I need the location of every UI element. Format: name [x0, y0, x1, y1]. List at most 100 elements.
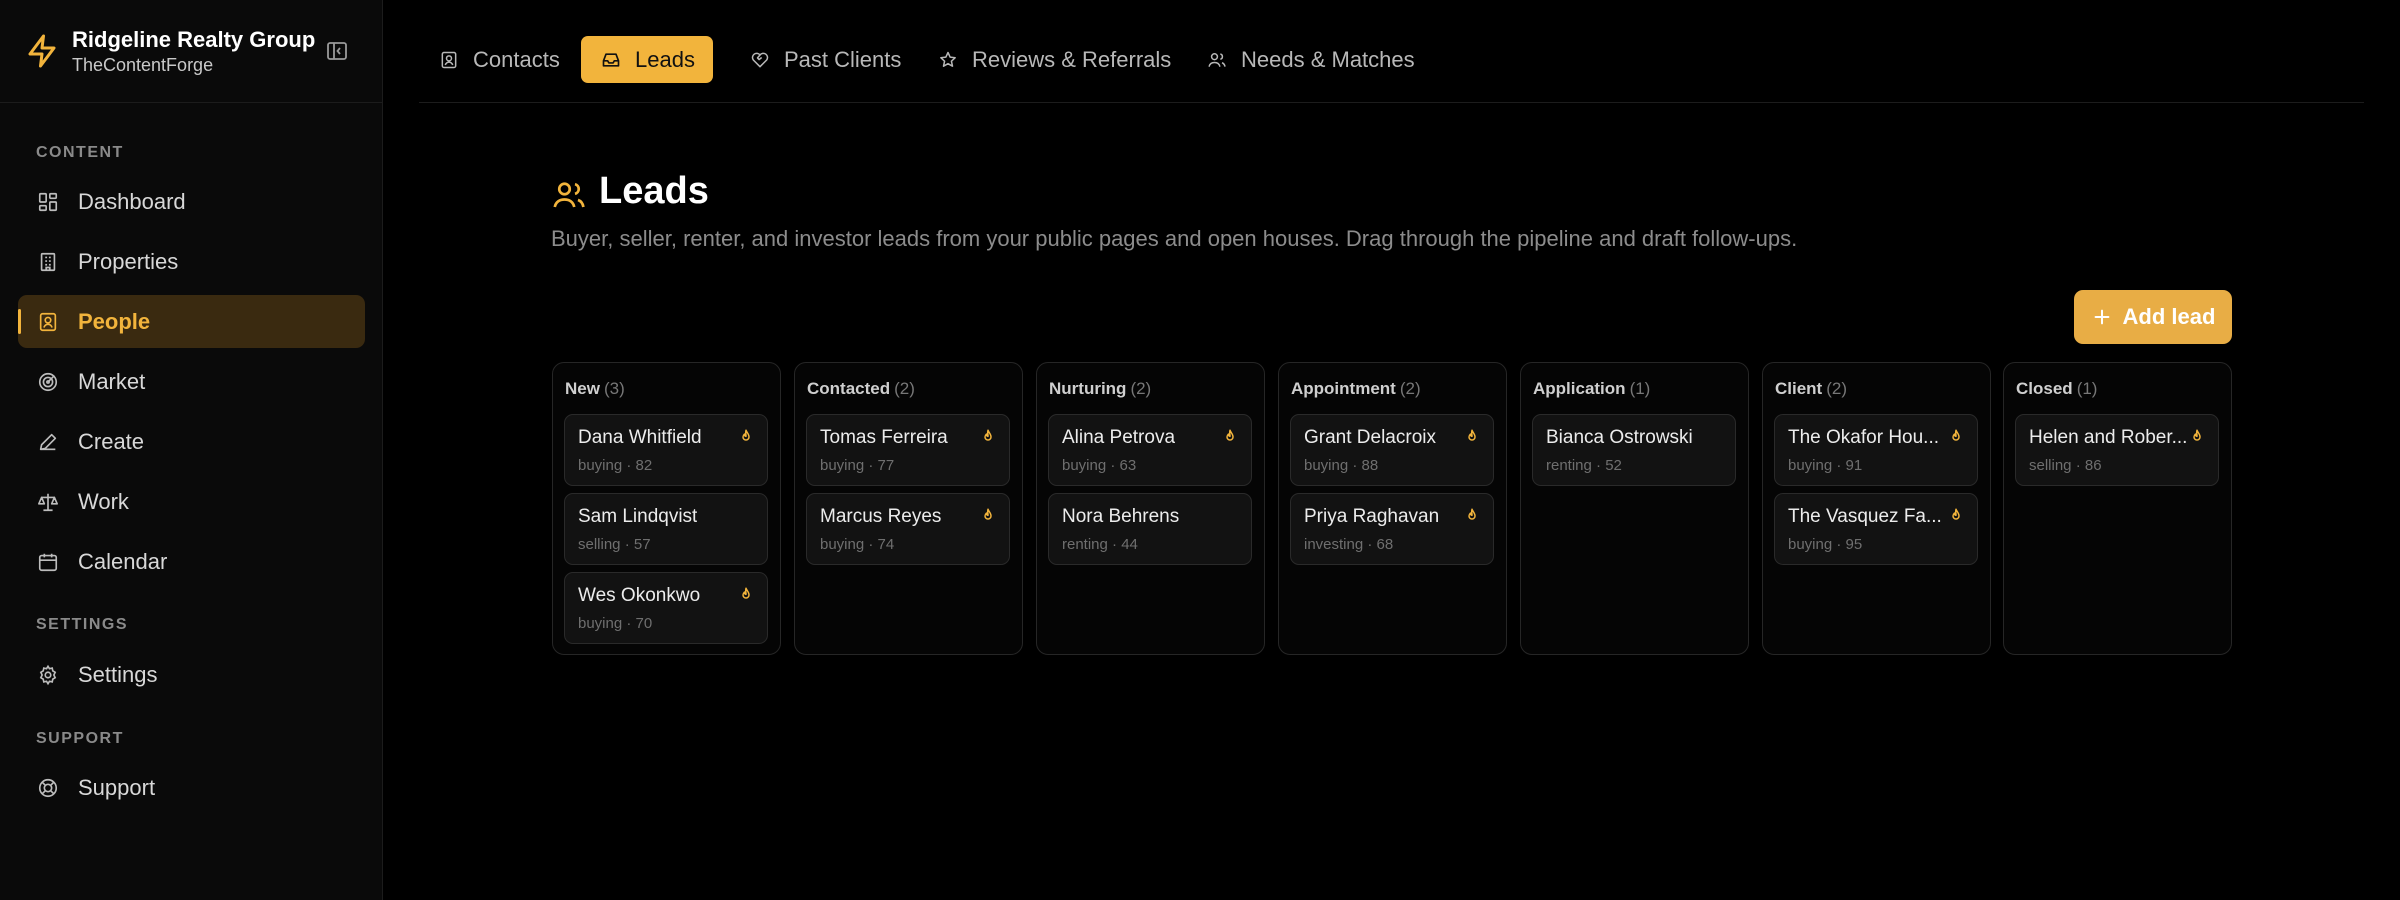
sidebar-item-calendar[interactable]: Calendar [18, 535, 365, 588]
gear-icon [36, 663, 60, 687]
sidebar-item-create[interactable]: Create [18, 415, 365, 468]
section-label-settings: SETTINGS [36, 616, 129, 633]
page-title: Leads [599, 170, 709, 212]
dashboard-icon [36, 190, 60, 214]
flame-icon [1463, 507, 1481, 527]
brand-subtitle: TheContentForge [72, 55, 214, 75]
lead-meta: buying · 95 [1788, 536, 1863, 553]
add-lead-label: Add lead [2122, 304, 2216, 329]
sidebar-item-label: Dashboard [78, 188, 186, 214]
sidebar-collapse-icon[interactable] [325, 39, 349, 63]
page-description: Buyer, seller, renter, and investor lead… [551, 226, 1798, 251]
column-title: Closed [2016, 379, 2073, 398]
tab-label: Past Clients [784, 46, 902, 72]
lead-name: Sam Lindqvist [578, 506, 698, 527]
column-count: (3) [603, 379, 625, 398]
flame-icon [1221, 428, 1239, 448]
sidebar-item-label: Support [78, 774, 156, 800]
top-tab-bar: Contacts Leads Past Clients Reviews & Re… [419, 0, 2364, 103]
lead-card[interactable]: Priya Raghavan investing · 68 [1290, 493, 1494, 565]
section-label-content: CONTENT [36, 144, 124, 161]
lead-card[interactable]: Grant Delacroix buying · 88 [1290, 414, 1494, 486]
brand-name: Ridgeline Realty Group [72, 27, 316, 52]
tab-reviews-referrals[interactable]: Reviews & Referrals [918, 36, 1189, 83]
pen-icon [36, 430, 60, 454]
lead-card[interactable]: Bianca Ostrowski renting · 52 [1532, 414, 1736, 486]
lead-name: Nora Behrens [1062, 506, 1180, 527]
pipeline-column-contacted: Contacted (2) Tomas Ferreira buying · 77 Mar… [794, 362, 1023, 655]
column-header: Closed (1) [2016, 379, 2097, 399]
lead-name: Dana Whitfield [578, 427, 702, 448]
sidebar-item-properties[interactable]: Properties [18, 235, 365, 288]
lead-meta: buying · 63 [1062, 457, 1137, 474]
flame-icon [1947, 507, 1965, 527]
lead-name: Grant Delacroix [1304, 427, 1436, 448]
lead-card[interactable]: Dana Whitfield buying · 82 [564, 414, 768, 486]
lead-card[interactable]: Alina Petrova buying · 63 [1048, 414, 1252, 486]
sidebar-item-market[interactable]: Market [18, 355, 365, 408]
tab-label: Contacts [473, 46, 560, 72]
star-icon [938, 49, 960, 71]
lead-name: Alina Petrova [1062, 427, 1176, 448]
tab-needs-matches[interactable]: Needs & Matches [1187, 36, 1433, 83]
building-icon [36, 250, 60, 274]
pipeline-column-new: New (3) Dana Whitfield buying · 82 Sam Lindq… [552, 362, 781, 655]
sidebar-item-dashboard[interactable]: Dashboard [18, 175, 365, 228]
tab-leads[interactable]: Leads [581, 36, 713, 83]
flame-icon [2188, 428, 2206, 448]
lead-card[interactable]: Nora Behrens renting · 44 [1048, 493, 1252, 565]
sidebar-item-support[interactable]: Support [18, 761, 365, 814]
lead-name: Marcus Reyes [820, 506, 942, 527]
column-count: (1) [2076, 379, 2098, 398]
column-count: (2) [894, 379, 915, 398]
calendar-icon [36, 550, 60, 574]
flame-icon [737, 586, 755, 606]
sidebar-item-label: Work [78, 488, 129, 514]
column-header: Application (1) [1533, 379, 1650, 399]
column-count: (2) [1826, 379, 1848, 398]
lead-meta: buying · 88 [1304, 457, 1379, 474]
column-title: Nurturing [1049, 379, 1127, 398]
sidebar-item-label: Calendar [78, 548, 168, 574]
plus-icon [2094, 309, 2109, 325]
lead-card[interactable]: The Vasquez Fa... buying · 95 [1774, 493, 1978, 565]
flame-icon [737, 428, 755, 448]
tab-contacts[interactable]: Contacts [419, 36, 578, 83]
lead-card[interactable]: Tomas Ferreira buying · 77 [806, 414, 1010, 486]
column-title: Contacted [807, 379, 891, 398]
brand-header: Ridgeline Realty Group TheContentForge [0, 0, 382, 103]
sidebar-item-label: Settings [78, 661, 158, 687]
sidebar-item-work[interactable]: Work [18, 475, 365, 528]
lead-name: Bianca Ostrowski [1546, 427, 1693, 448]
lead-meta: buying · 70 [578, 615, 653, 632]
lead-card[interactable]: Sam Lindqvist selling · 57 [564, 493, 768, 565]
flame-icon [979, 507, 997, 527]
lead-card[interactable]: Wes Okonkwo buying · 70 [564, 572, 768, 644]
lightning-icon [28, 34, 56, 68]
sidebar-item-settings[interactable]: Settings [18, 648, 365, 701]
pipeline-column-closed: Closed (1) Helen and Rober... selling · 86 [2003, 362, 2232, 655]
pipeline-column-application: Application (1) Bianca Ostrowski renting · … [1520, 362, 1749, 655]
sidebar: Ridgeline Realty Group TheContentForge C… [0, 0, 383, 900]
lead-meta: buying · 82 [578, 457, 653, 474]
tab-label: Reviews & Referrals [972, 46, 1172, 72]
flame-icon [979, 428, 997, 448]
flame-icon [1463, 428, 1481, 448]
column-count: (2) [1399, 379, 1421, 398]
lead-meta: buying · 91 [1788, 457, 1863, 474]
column-title: Application [1533, 379, 1626, 398]
lead-meta: buying · 74 [820, 536, 895, 553]
sidebar-item-label: People [78, 308, 151, 334]
pipeline-column-client: Client (2) The Okafor Hou... buying · 91 The… [1762, 362, 1991, 655]
sidebar-item-people[interactable]: People [18, 295, 365, 348]
lead-card[interactable]: Helen and Rober... selling · 86 [2015, 414, 2219, 486]
lead-meta: buying · 77 [820, 457, 895, 474]
tab-past-clients[interactable]: Past Clients [730, 36, 919, 83]
add-lead-button[interactable]: Add lead [2074, 290, 2232, 344]
lead-meta: selling · 86 [2029, 457, 2102, 474]
lead-card[interactable]: The Okafor Hou... buying · 91 [1774, 414, 1978, 486]
lead-meta: selling · 57 [578, 536, 651, 553]
flame-icon [1947, 428, 1965, 448]
lead-card[interactable]: Marcus Reyes buying · 74 [806, 493, 1010, 565]
section-label-support: SUPPORT [36, 730, 124, 747]
